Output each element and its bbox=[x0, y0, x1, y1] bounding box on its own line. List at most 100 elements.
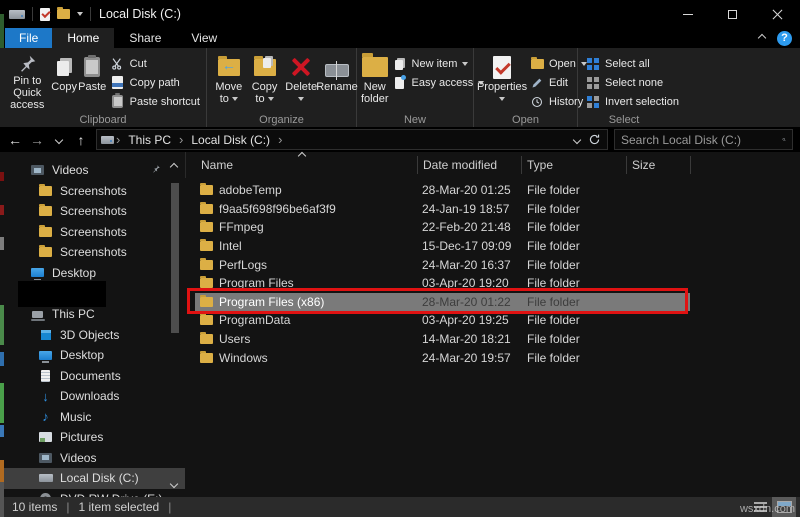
close-icon bbox=[772, 9, 783, 20]
tab-file[interactable]: File bbox=[5, 28, 53, 48]
sidebar-item[interactable]: Videos bbox=[0, 160, 185, 181]
maximize-button[interactable] bbox=[710, 0, 755, 28]
sidebar-item-icon bbox=[38, 472, 53, 485]
file-row[interactable]: PerfLogs 24-Mar-20 16:37 File folder bbox=[195, 255, 690, 274]
tab-share[interactable]: Share bbox=[114, 28, 176, 48]
sidebar-item[interactable]: Screenshots bbox=[0, 201, 185, 222]
column-header-date-modified[interactable]: Date modified bbox=[418, 155, 522, 175]
file-date-modified: 03-Apr-20 19:20 bbox=[422, 276, 509, 291]
copy-button[interactable]: Copy bbox=[51, 51, 78, 111]
group-label-new: New bbox=[403, 114, 426, 126]
ribbon-group-new: New folder New item Easy access New bbox=[357, 48, 485, 127]
move-to-button[interactable]: ← Move to bbox=[211, 51, 247, 111]
up-button[interactable]: ↑ bbox=[70, 129, 92, 151]
sidebar-item[interactable]: Local Disk (C:) bbox=[0, 468, 185, 489]
copy-path-button[interactable]: Copy path bbox=[107, 73, 204, 92]
sidebar-item[interactable]: Screenshots bbox=[0, 222, 185, 243]
sidebar-item[interactable]: This PC bbox=[0, 304, 185, 325]
select-none-button[interactable]: Select none bbox=[582, 73, 683, 92]
file-name: PerfLogs bbox=[219, 257, 268, 272]
status-bar: 10 items | 1 item selected | bbox=[0, 497, 800, 517]
sidebar-item[interactable]: Desktop bbox=[0, 263, 185, 284]
sidebar-item[interactable]: Videos bbox=[0, 448, 185, 469]
address-dropdown-icon[interactable] bbox=[572, 135, 582, 144]
details-view-button[interactable] bbox=[748, 497, 772, 517]
select-all-icon bbox=[586, 57, 600, 70]
sidebar-item[interactable]: ♪ Music bbox=[0, 407, 185, 428]
maximize-icon bbox=[728, 9, 737, 19]
ribbon-group-clipboard: Pin to Quick access Copy Paste Cut Copy … bbox=[0, 48, 207, 127]
back-button[interactable]: ← bbox=[4, 129, 26, 151]
properties-button[interactable]: Properties bbox=[477, 51, 527, 111]
properties-quick-icon[interactable] bbox=[40, 7, 50, 21]
file-type: File folder bbox=[527, 220, 580, 235]
file-list-pane: Name Date modified Type Size adobeTemp 2… bbox=[185, 151, 800, 497]
file-date-modified: 14-Mar-20 18:21 bbox=[422, 332, 511, 347]
sidebar-item[interactable]: Pictures bbox=[0, 427, 185, 448]
collapse-ribbon-icon[interactable] bbox=[757, 33, 767, 43]
thumbnails-view-button[interactable] bbox=[772, 497, 796, 517]
address-field[interactable]: › This PC › Local Disk (C:) › bbox=[96, 129, 608, 150]
sidebar-item[interactable]: 3D Objects bbox=[0, 325, 185, 346]
pin-to-quick-access-button[interactable]: Pin to Quick access bbox=[4, 51, 51, 111]
paste-shortcut-button[interactable]: Paste shortcut bbox=[107, 92, 204, 111]
help-icon[interactable]: ? bbox=[777, 30, 792, 46]
refresh-icon[interactable] bbox=[588, 133, 601, 146]
invert-selection-icon bbox=[586, 95, 600, 108]
file-date-modified: 28-Mar-20 01:25 bbox=[422, 183, 511, 198]
tab-home[interactable]: Home bbox=[52, 28, 115, 48]
column-header-size[interactable]: Size bbox=[627, 155, 691, 175]
file-row[interactable]: f9aa5f698f96be6af3f9 24-Jan-19 18:57 Fil… bbox=[195, 200, 690, 219]
rename-button[interactable]: Rename bbox=[316, 51, 358, 111]
sidebar-item[interactable]: Desktop bbox=[0, 345, 185, 366]
sidebar-item[interactable]: ↓ Downloads bbox=[0, 386, 185, 407]
sidebar-item-icon: ♪ bbox=[42, 409, 49, 425]
search-input[interactable] bbox=[615, 132, 782, 147]
search-box[interactable] bbox=[614, 129, 793, 150]
file-row[interactable]: Program Files 03-Apr-20 19:20 File folde… bbox=[195, 274, 690, 293]
file-row[interactable]: Users 14-Mar-20 18:21 File folder bbox=[195, 330, 690, 349]
column-header-type[interactable]: Type bbox=[522, 155, 627, 175]
delete-button[interactable]: Delete bbox=[282, 51, 320, 111]
tab-view[interactable]: View bbox=[176, 28, 232, 48]
breadcrumb-this-pc[interactable]: This PC bbox=[122, 133, 177, 147]
select-all-button[interactable]: Select all bbox=[582, 54, 683, 73]
file-row[interactable]: ProgramData 03-Apr-20 19:25 File folder bbox=[195, 311, 690, 330]
column-headers: Name Date modified Type Size bbox=[185, 152, 800, 178]
forward-button[interactable]: → bbox=[26, 129, 48, 151]
file-date-modified: 24-Mar-20 16:37 bbox=[422, 257, 511, 272]
sidebar-item-label: 3D Objects bbox=[60, 327, 120, 342]
column-header-name[interactable]: Name bbox=[186, 155, 418, 175]
sidebar-item[interactable]: Screenshots bbox=[0, 181, 185, 202]
breadcrumb-local-disk[interactable]: Local Disk (C:) bbox=[185, 133, 276, 147]
qat-customize-caret-icon[interactable] bbox=[77, 12, 83, 16]
sidebar-item[interactable]: DVD RW Drive (E:) bbox=[0, 489, 185, 497]
file-row[interactable]: Intel 15-Dec-17 09:09 File folder bbox=[195, 237, 690, 256]
sidebar-scrollbar[interactable] bbox=[171, 183, 179, 333]
file-type: File folder bbox=[527, 276, 580, 291]
file-row[interactable]: FFmpeg 22-Feb-20 21:48 File folder bbox=[195, 218, 690, 237]
sidebar-item[interactable]: Documents bbox=[0, 366, 185, 387]
recent-locations-button[interactable] bbox=[48, 129, 70, 151]
cut-button[interactable]: Cut bbox=[107, 54, 204, 73]
new-folder-quick-icon[interactable] bbox=[57, 7, 70, 19]
file-row[interactable]: Windows 24-Mar-20 19:57 File folder bbox=[195, 348, 690, 367]
ribbon-tab-row: File Home Share View ? bbox=[0, 28, 800, 48]
new-folder-button[interactable]: New folder bbox=[361, 51, 389, 111]
copy-to-button[interactable]: Copy to bbox=[247, 51, 283, 111]
file-explorer-window: Local Disk (C:) File Home Share View ? P… bbox=[0, 0, 800, 517]
file-row[interactable]: adobeTemp 28-Mar-20 01:25 File folder bbox=[195, 181, 690, 200]
sidebar-item-icon bbox=[38, 224, 53, 238]
pencil-icon bbox=[530, 77, 544, 89]
paste-button[interactable]: Paste bbox=[78, 51, 107, 111]
file-row[interactable]: Program Files (x86) 28-Mar-20 01:22 File… bbox=[195, 292, 690, 312]
file-type: File folder bbox=[527, 239, 580, 254]
minimize-button[interactable] bbox=[665, 0, 710, 28]
sidebar-item[interactable]: Screenshots bbox=[0, 242, 185, 263]
file-name: Intel bbox=[219, 239, 242, 254]
navigation-pane: Videos Screenshots Screenshots Screensho… bbox=[0, 152, 185, 497]
invert-selection-button[interactable]: Invert selection bbox=[582, 92, 683, 111]
titlebar: Local Disk (C:) bbox=[0, 0, 800, 28]
folder-icon bbox=[200, 294, 213, 307]
close-button[interactable] bbox=[755, 0, 800, 28]
